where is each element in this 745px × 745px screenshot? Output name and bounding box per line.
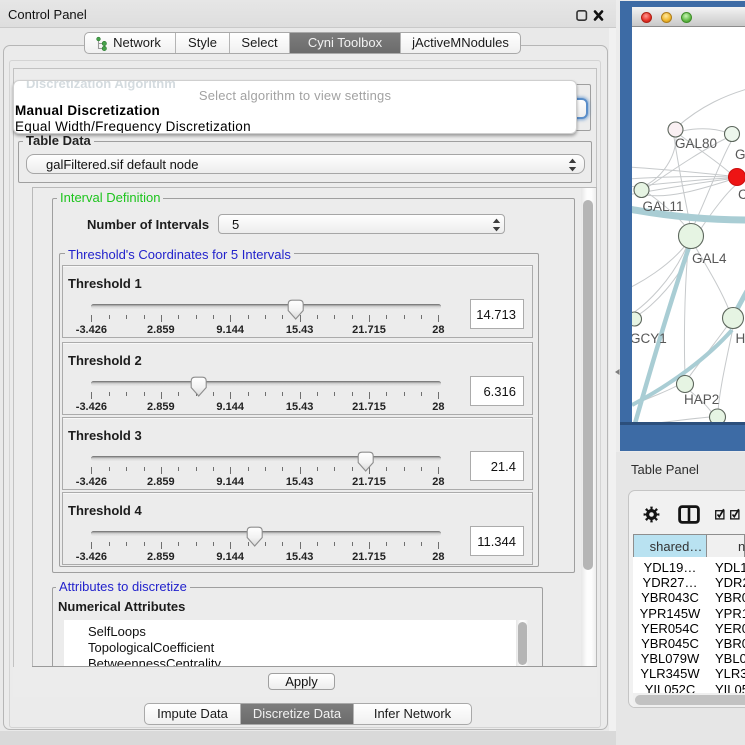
svg-text:GAL11: GAL11 — [643, 199, 684, 214]
svg-text:HAP2: HAP2 — [684, 392, 719, 407]
svg-text:GCY1: GCY1 — [632, 331, 667, 346]
svg-text:GAL80: GAL80 — [675, 136, 717, 151]
svg-text:H: H — [736, 331, 745, 346]
svg-text:GAL4: GAL4 — [692, 251, 727, 266]
svg-text:CR: CR — [738, 187, 745, 202]
svg-text:GA: GA — [735, 147, 745, 162]
